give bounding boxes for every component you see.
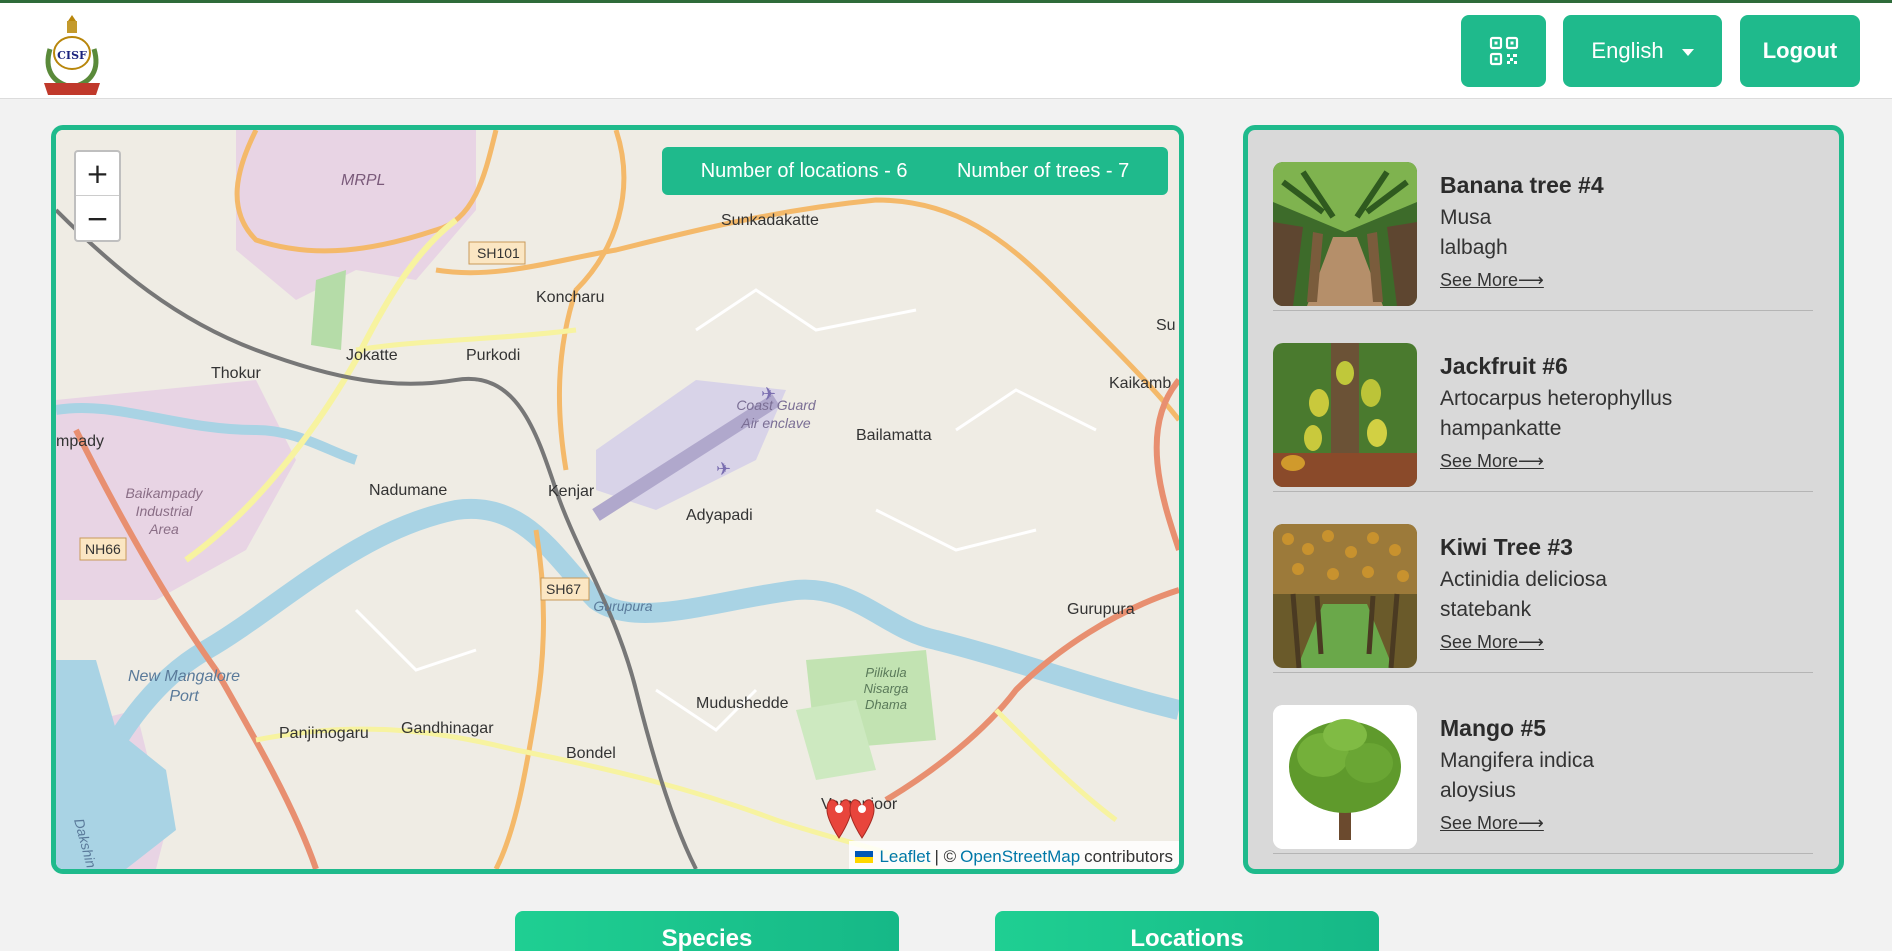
map-label-baikampady-1: Baikampady: [125, 485, 203, 501]
logo-text: CISF: [57, 49, 87, 62]
map-label-pilikula-3: Dhama: [865, 697, 907, 712]
zoom-in-button[interactable]: +: [76, 152, 119, 196]
map-label-panjimogaru: Panjimogaru: [279, 725, 369, 742]
language-select[interactable]: English: [1563, 15, 1722, 87]
trees-count: Number of trees - 7: [956, 159, 1130, 182]
map-label-mpady: mpady: [56, 433, 104, 450]
map-label-koncharu: Koncharu: [536, 289, 605, 306]
map-label-pilikula-1: Pilikula: [865, 665, 906, 680]
jackfruit-image: [1273, 343, 1417, 487]
map-label-new-mangalore-2: Port: [169, 688, 199, 705]
tree-title: Kiwi Tree #3: [1440, 534, 1573, 560]
map-label-baikampady-3: Area: [148, 521, 179, 537]
map-label-adyapadi: Adyapadi: [686, 507, 753, 524]
attribution-contributors: contributors: [1084, 847, 1173, 866]
map-canvas[interactable]: MRPL Sunkadakatte Su Koncharu Jokatte Pu…: [56, 130, 1179, 869]
qr-code-icon: [1489, 36, 1518, 66]
tree-scientific-name: Artocarpus heterophyllus: [1440, 387, 1673, 410]
tree-scientific-name: Actinidia deliciosa: [1440, 568, 1607, 591]
tree-location: aloysius: [1440, 779, 1516, 802]
map-label-baikampady-2: Industrial: [136, 503, 194, 519]
map-label-coast-guard-1: Coast Guard: [736, 397, 817, 413]
map-attribution: Leaflet | © OpenStreetMap contributors: [849, 841, 1179, 869]
tree-scientific-name: Mangifera indica: [1440, 749, 1595, 772]
map-label-kenjar: Kenjar: [548, 483, 595, 500]
map-label-nadumane: Nadumane: [369, 482, 447, 499]
map-label-mudushedde: Mudushedde: [696, 695, 789, 712]
airport-icon: ✈: [716, 459, 731, 479]
map-label-bondel: Bondel: [566, 745, 616, 762]
see-more-link[interactable]: See More⟶: [1440, 813, 1544, 834]
leaflet-link[interactable]: Leaflet: [879, 847, 930, 867]
map-label-gurupura: Gurupura: [1067, 601, 1135, 618]
tree-location: lalbagh: [1440, 236, 1508, 259]
banana-tree-image: [1273, 162, 1417, 306]
tree-location: statebank: [1440, 598, 1532, 621]
map-label-bailamatta: Bailamatta: [856, 427, 932, 444]
zoom-out-button[interactable]: −: [76, 196, 119, 240]
tree-location: hampankatte: [1440, 417, 1562, 440]
tree-scientific-name: Musa: [1440, 206, 1492, 229]
see-more-link[interactable]: See More⟶: [1440, 451, 1544, 472]
tree-list-panel[interactable]: Banana tree #4 Musa lalbagh See More⟶ Ja…: [1243, 125, 1844, 874]
cisf-logo: CISF: [38, 9, 106, 97]
map-label-sunkadakatte: Sunkadakatte: [721, 212, 819, 229]
tree-title: Jackfruit #6: [1440, 353, 1568, 379]
chevron-down-icon: [1681, 48, 1694, 56]
map-shield-sh67: SH67: [546, 581, 581, 597]
map-shield-nh66: NH66: [85, 541, 121, 557]
tree-card[interactable]: Banana tree #4 Musa lalbagh See More⟶: [1273, 130, 1813, 311]
map-label-coast-guard-2: Air enclave: [740, 415, 810, 431]
map-label-mrpl: MRPL: [341, 172, 385, 189]
see-more-link[interactable]: See More⟶: [1440, 632, 1544, 653]
header: CISF English Logout: [0, 3, 1892, 99]
map-panel[interactable]: MRPL Sunkadakatte Su Koncharu Jokatte Pu…: [51, 125, 1184, 874]
see-more-link[interactable]: See More⟶: [1440, 270, 1544, 291]
attribution-separator: | ©: [934, 847, 957, 866]
map-shield-sh101: SH101: [477, 245, 520, 261]
tree-title: Mango #5: [1440, 715, 1547, 741]
map-label-pilikula-2: Nisarga: [864, 681, 909, 696]
locations-tab-button[interactable]: Locations: [995, 911, 1379, 951]
map-label-gandhinagar: Gandhinagar: [401, 720, 494, 737]
zoom-control: + −: [74, 150, 121, 242]
map-label-thokur: Thokur: [211, 365, 261, 382]
map-label-new-mangalore-1: New Mangalore: [128, 668, 240, 685]
logout-button[interactable]: Logout: [1740, 15, 1860, 87]
mango-tree-image: [1273, 705, 1417, 849]
map-stats-bar: Number of locations - 6 Number of trees …: [662, 147, 1168, 195]
locations-count: Number of locations - 6: [700, 159, 908, 182]
map-label-jokatte: Jokatte: [346, 347, 398, 364]
map-label-kaikamba: Kaikamb: [1109, 375, 1171, 392]
tree-card[interactable]: Jackfruit #6 Artocarpus heterophyllus ha…: [1273, 311, 1813, 492]
tree-card[interactable]: Mango #5 Mangifera indica aloysius See M…: [1273, 673, 1813, 854]
map-label-gurupura-river: Gurupura: [593, 598, 652, 614]
qr-code-button[interactable]: [1461, 15, 1546, 87]
language-label: English: [1591, 38, 1664, 63]
osm-link[interactable]: OpenStreetMap: [960, 847, 1080, 867]
kiwi-tree-image: [1273, 524, 1417, 668]
species-tab-button[interactable]: Species: [515, 911, 899, 951]
tree-card[interactable]: Kiwi Tree #3 Actinidia deliciosa stateba…: [1273, 492, 1813, 673]
airport-icon: ✈: [761, 384, 776, 404]
ukraine-flag-icon: [855, 851, 874, 863]
tree-title: Banana tree #4: [1440, 172, 1604, 198]
map-label-su: Su: [1156, 317, 1176, 334]
map-label-purkodi: Purkodi: [466, 347, 520, 364]
